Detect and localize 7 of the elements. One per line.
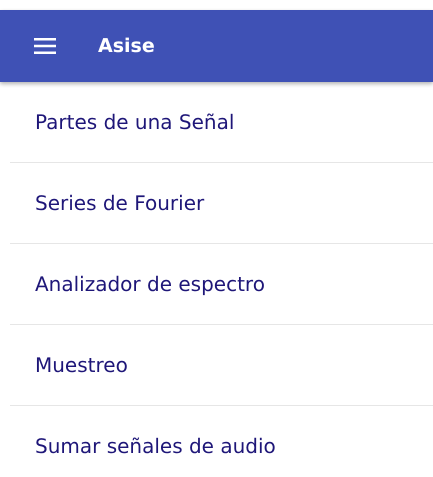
app-title: Asise (98, 35, 155, 57)
menu-item[interactable]: Sumar señales de audio (35, 434, 276, 458)
menu-item[interactable]: Muestreo (35, 353, 128, 377)
menu-item[interactable]: Series de Fourier (35, 191, 204, 215)
menu-icon[interactable] (34, 38, 56, 54)
menu-item[interactable]: Partes de una Señal (35, 110, 234, 134)
menu-item[interactable]: Analizador de espectro (35, 272, 265, 296)
